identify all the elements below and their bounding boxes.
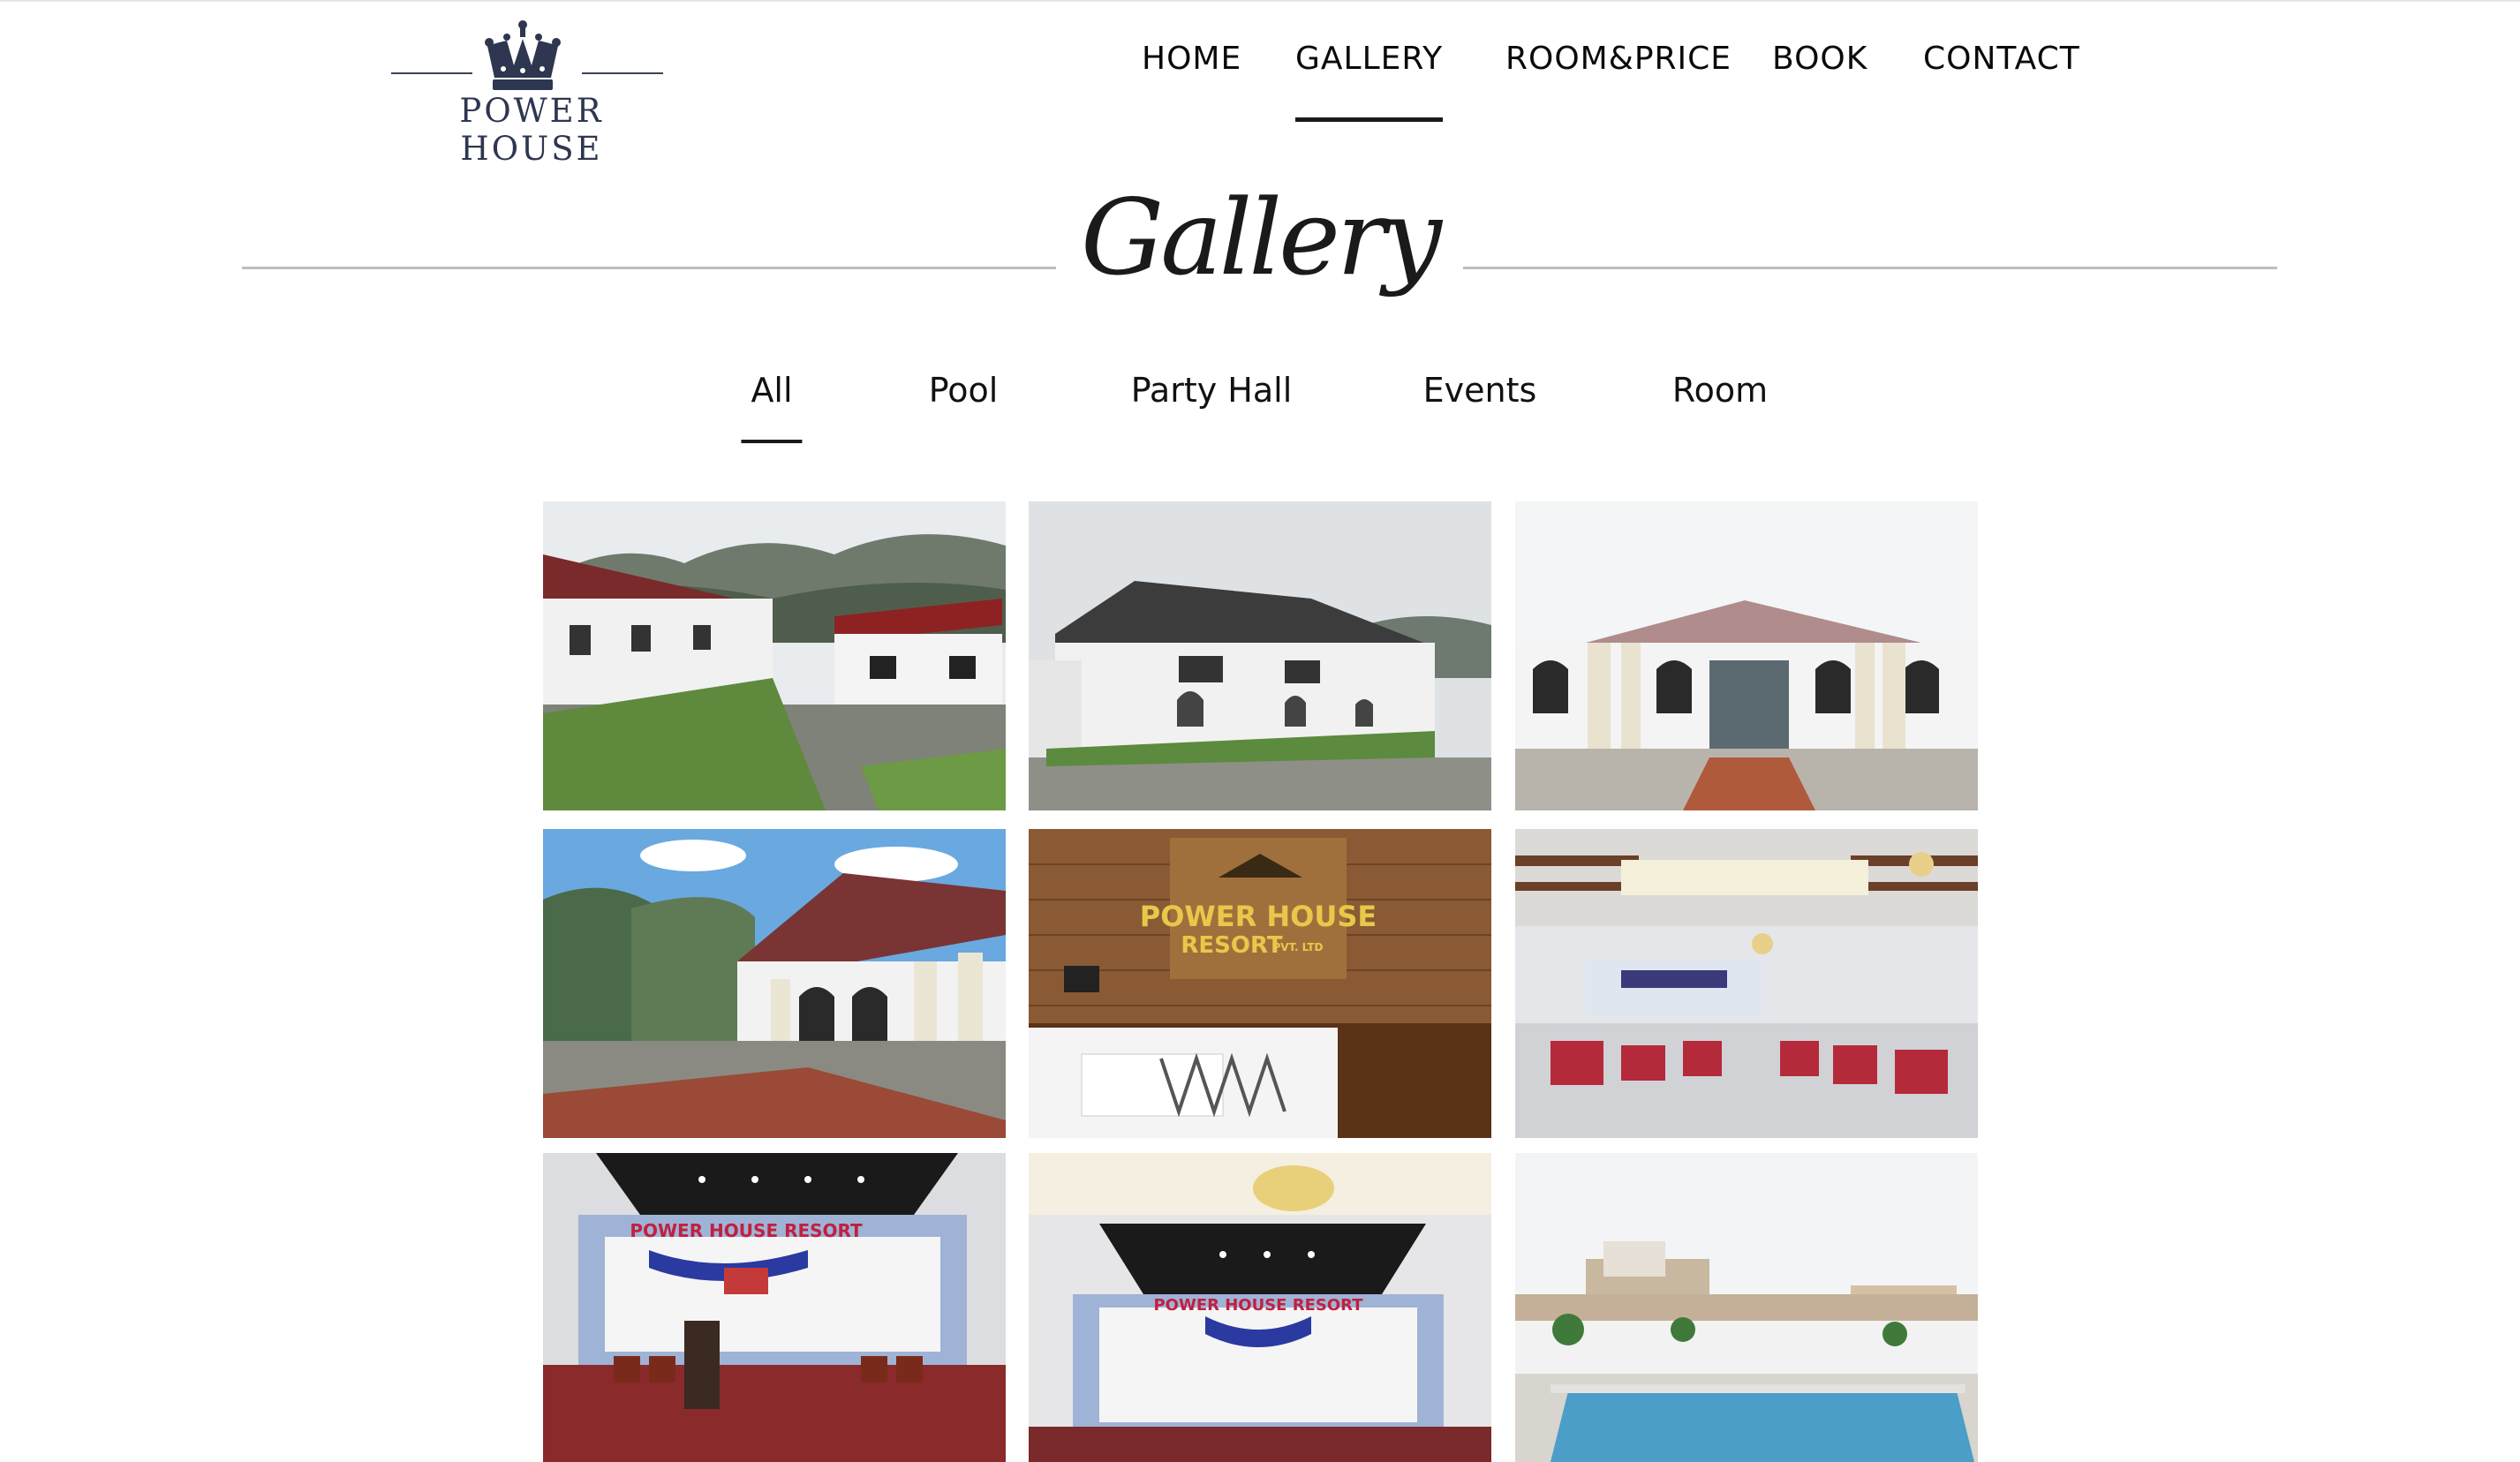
crown-icon [480,19,565,92]
gallery-photo[interactable] [1515,501,1978,810]
logo-wordmark: POWER HOUSE [459,92,604,168]
reception-desk-image: POWER HOUSE RESORT PVT. LTD [1029,829,1491,1138]
nav-book[interactable]: BOOK [1772,41,1867,77]
logo[interactable]: POWER HOUSE [386,19,677,168]
gallery-photo[interactable]: POWER HOUSE RESORT [543,1153,1006,1462]
gallery-photo[interactable] [543,829,1006,1138]
filter-all[interactable]: All [741,371,803,443]
stage-banner-text: POWER HOUSE RESORT [1153,1296,1363,1315]
gallery-photo[interactable]: POWER HOUSE RESORT PVT. LTD [1029,829,1491,1138]
reception-sign-line3: PVT. LTD [1273,941,1324,953]
filter-events[interactable]: Events [1423,371,1537,410]
gallery-photo[interactable] [1029,501,1491,810]
logo-rule-right [582,72,663,74]
reception-sign-line2: RESORT [1181,932,1282,959]
nav-contact[interactable]: CONTACT [1923,41,2080,77]
nav-room-price[interactable]: ROOM&PRICE [1505,41,1732,77]
gallery-photo[interactable] [1515,1153,1978,1462]
filter-party-hall[interactable]: Party Hall [1131,371,1293,410]
page-title: Gallery [1081,177,1442,298]
top-border [0,0,2520,2]
resort-building-exterior-image [543,501,1006,810]
gallery-photo[interactable]: POWER HOUSE RESORT [1029,1153,1491,1462]
filter-pool[interactable]: Pool [929,371,999,410]
party-hall-porch-image [543,829,1006,1138]
nav-home[interactable]: HOME [1142,41,1241,77]
stage-hall-chandelier-image: POWER HOUSE RESORT [1029,1153,1491,1462]
party-hall-entrance-image [1515,501,1978,810]
logo-rule-left [391,72,472,74]
reception-sign-line1: POWER HOUSE [1140,900,1377,933]
banquet-hall-interior-image [1515,829,1978,1138]
gallery-photo[interactable] [1515,829,1978,1138]
gallery-filters: All Pool Party Hall Events Room [0,371,2520,450]
filter-room[interactable]: Room [1672,371,1768,410]
nav-gallery[interactable]: GALLERY [1295,41,1444,122]
stage-hall-image: POWER HOUSE RESORT [543,1153,1006,1462]
title-divider-left [242,267,1056,269]
stage-banner-text: POWER HOUSE RESORT [630,1220,863,1241]
resort-building-side-image [1029,501,1491,810]
title-divider-right [1463,267,2277,269]
swimming-pool-image [1515,1153,1978,1462]
gallery-photo[interactable] [543,501,1006,810]
